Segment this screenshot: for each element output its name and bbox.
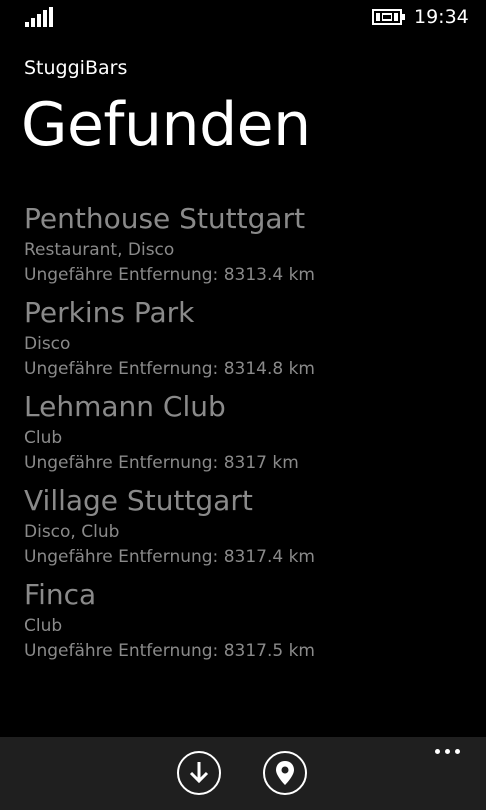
result-name: Perkins Park — [24, 296, 195, 329]
results-list: Penthouse Stuttgart Restaurant, Disco Un… — [24, 200, 464, 670]
distance-value: 8317.5 km — [223, 641, 315, 661]
result-type: Club — [24, 428, 63, 448]
more-dots-icon[interactable] — [426, 743, 468, 759]
battery-charging-icon — [372, 9, 405, 25]
status-bar: 19:34 — [0, 0, 486, 34]
list-item[interactable]: Village Stuttgart Disco, Club Ungefähre … — [24, 482, 464, 576]
distance-value: 8314.8 km — [223, 359, 315, 379]
distance-value: 8317.4 km — [223, 547, 315, 567]
list-item[interactable]: Perkins Park Disco Ungefähre Entfernung:… — [24, 294, 464, 388]
map-location-button[interactable] — [263, 751, 307, 795]
distance-label: Ungefähre Entfernung: — [24, 547, 219, 567]
result-name: Penthouse Stuttgart — [24, 202, 306, 235]
status-clock: 19:34 — [414, 6, 469, 28]
distance-label: Ungefähre Entfernung: — [24, 265, 219, 285]
result-distance: Ungefähre Entfernung: 8317 km — [24, 451, 464, 476]
list-item[interactable]: Finca Club Ungefähre Entfernung: 8317.5 … — [24, 576, 464, 670]
page-title: Gefunden — [21, 90, 311, 160]
download-button[interactable] — [177, 751, 221, 795]
distance-label: Ungefähre Entfernung: — [24, 359, 219, 379]
arrow-down-icon — [189, 762, 209, 784]
result-distance: Ungefähre Entfernung: 8317.5 km — [24, 639, 464, 664]
distance-label: Ungefähre Entfernung: — [24, 641, 219, 661]
signal-strength-icon — [25, 7, 55, 27]
result-type: Disco — [24, 334, 71, 354]
distance-value: 8313.4 km — [223, 265, 315, 285]
result-distance: Ungefähre Entfernung: 8317.4 km — [24, 545, 464, 570]
distance-value: 8317 km — [223, 453, 299, 473]
result-type: Club — [24, 616, 63, 636]
app-title: StuggiBars — [24, 57, 128, 79]
map-pin-icon — [276, 761, 294, 785]
result-distance: Ungefähre Entfernung: 8313.4 km — [24, 263, 464, 288]
list-item[interactable]: Penthouse Stuttgart Restaurant, Disco Un… — [24, 200, 464, 294]
list-item[interactable]: Lehmann Club Club Ungefähre Entfernung: … — [24, 388, 464, 482]
result-type: Restaurant, Disco — [24, 240, 175, 260]
app-bar — [0, 737, 486, 810]
result-type: Disco, Club — [24, 522, 120, 542]
distance-label: Ungefähre Entfernung: — [24, 453, 219, 473]
result-distance: Ungefähre Entfernung: 8314.8 km — [24, 357, 464, 382]
result-name: Village Stuttgart — [24, 484, 253, 517]
result-name: Finca — [24, 578, 97, 611]
result-name: Lehmann Club — [24, 390, 226, 423]
